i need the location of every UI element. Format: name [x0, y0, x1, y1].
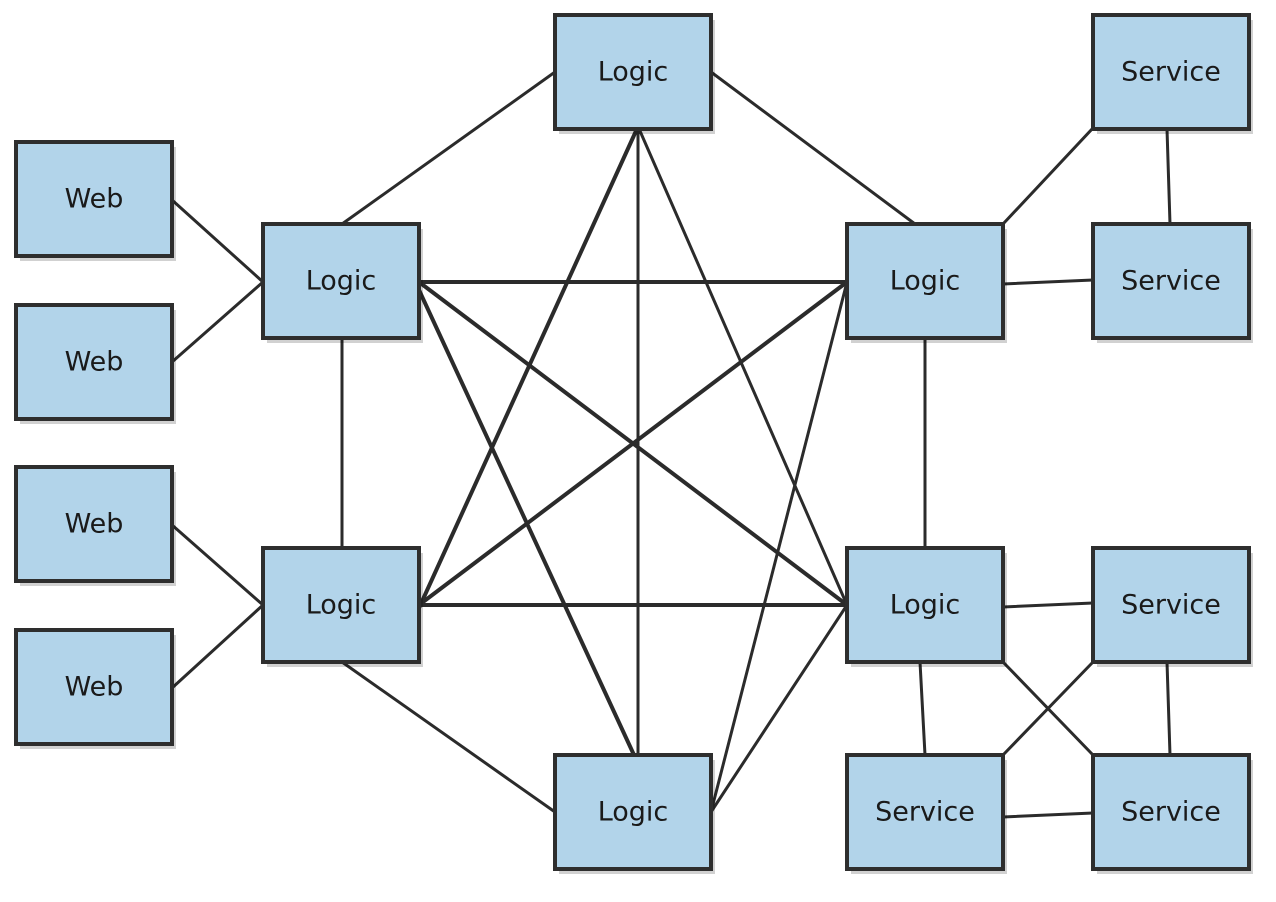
edge-logicLR-svc3	[1001, 601, 1095, 609]
edge-web3-logicLL	[170, 523, 265, 607]
node-label: Logic	[890, 266, 961, 297]
edge-logicUR-logicBot	[709, 280, 849, 814]
node-label: Service	[1121, 57, 1221, 88]
connections	[170, 70, 1172, 819]
edge-web1-logicUL	[170, 198, 265, 284]
node-label: Logic	[598, 57, 669, 88]
node-label: Service	[1121, 590, 1221, 621]
node-label: Web	[65, 509, 124, 540]
edge-web4-logicLL	[170, 603, 265, 690]
node-logic-logicLL[interactable]: Logic	[261, 546, 423, 667]
node-service-svc5[interactable]: Service	[1091, 753, 1253, 874]
edge-logicUR-svc2	[1001, 278, 1095, 286]
node-label: Service	[875, 797, 975, 828]
node-web-web3[interactable]: Web	[14, 465, 176, 586]
node-logic-logicBot[interactable]: Logic	[553, 753, 715, 874]
edge-logicUR-svc1	[1001, 126, 1095, 226]
node-label: Web	[65, 184, 124, 215]
edge-logicLR-svc4	[918, 660, 927, 757]
node-web-web2[interactable]: Web	[14, 303, 176, 424]
edge-logicTop-logicUR	[709, 70, 917, 226]
node-logic-logicLR[interactable]: Logic	[845, 546, 1007, 667]
edge-logicLR-logicBot	[709, 603, 849, 814]
edge-logicTop-logicLL	[417, 129, 638, 610]
node-service-svc4[interactable]: Service	[845, 753, 1007, 874]
node-label: Logic	[306, 266, 377, 297]
edge-web2-logicUL	[170, 280, 265, 364]
node-label: Web	[65, 672, 124, 703]
node-logic-logicTop[interactable]: Logic	[553, 13, 715, 134]
edge-svc3-svc5	[1165, 660, 1172, 757]
node-web-web1[interactable]: Web	[14, 140, 176, 261]
node-logic-logicUL[interactable]: Logic	[261, 222, 423, 343]
node-label: Logic	[598, 797, 669, 828]
node-web-web4[interactable]: Web	[14, 628, 176, 749]
node-label: Logic	[890, 590, 961, 621]
edge-svc4-svc5	[1001, 811, 1095, 819]
node-service-svc3[interactable]: Service	[1091, 546, 1253, 667]
node-label: Web	[65, 347, 124, 378]
node-label: Logic	[306, 590, 377, 621]
architecture-diagram: Web Web Web Web Logic Logic Logic Logic Logic Log…	[14, 13, 1253, 874]
edge-logicTop-logicLR	[638, 129, 849, 607]
node-service-svc1[interactable]: Service	[1091, 13, 1253, 134]
node-logic-logicUR[interactable]: Logic	[845, 222, 1007, 343]
node-label: Service	[1121, 797, 1221, 828]
edge-logicTop-logicUL	[340, 70, 557, 226]
node-service-svc2[interactable]: Service	[1091, 222, 1253, 343]
node-label: Service	[1121, 266, 1221, 297]
edge-svc1-svc2	[1165, 127, 1172, 226]
edge-logicLL-logicBot	[340, 660, 557, 814]
